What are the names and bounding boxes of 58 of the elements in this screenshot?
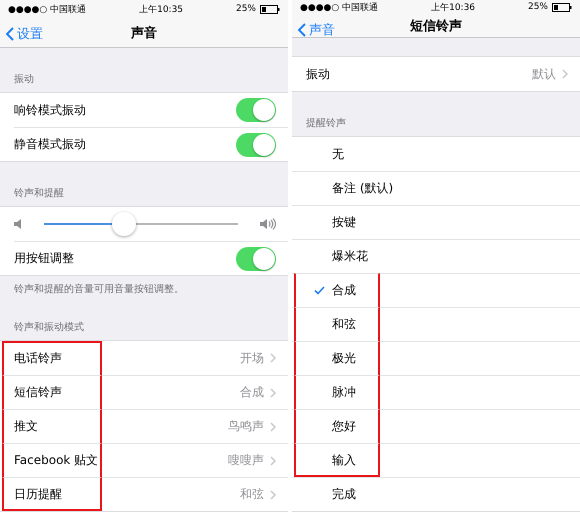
chevron-icon xyxy=(270,456,276,466)
ringtone-option[interactable]: 按键 xyxy=(332,214,568,231)
status-time: 上午10:35 xyxy=(139,4,184,16)
row-label: 电话铃声 xyxy=(14,350,63,366)
row-label: 推文 xyxy=(14,418,39,435)
row-value: 鸟鸣声 xyxy=(228,418,264,435)
ringtone-option[interactable]: 脉冲 xyxy=(332,384,568,401)
row-value: 和弦 xyxy=(240,486,264,503)
nav-title: 声音 xyxy=(131,24,157,42)
chevron-icon xyxy=(270,490,276,500)
row-label: 短信铃声 xyxy=(14,384,63,401)
back-button[interactable]: 设置 xyxy=(6,24,43,43)
section-header: 铃声和提醒 xyxy=(13,186,65,201)
section-footer: 铃声和提醒的音量可用音量按钮调整。 xyxy=(0,276,288,296)
ringtone-option[interactable]: 完成 xyxy=(332,486,568,503)
battery-percent: 25% xyxy=(236,4,256,14)
row-label: Facebook 贴文 xyxy=(14,452,100,469)
toggle-switch[interactable] xyxy=(236,132,276,156)
chevron-icon xyxy=(562,69,568,79)
ringtone-option[interactable]: 和弦 xyxy=(332,316,568,333)
chevron-icon xyxy=(270,353,276,363)
row-label: 静音模式振动 xyxy=(14,136,87,153)
back-chevron-icon xyxy=(298,22,306,37)
status-time: 上午10:36 xyxy=(431,2,476,14)
section-header: 铃声和振动模式 xyxy=(13,320,85,335)
checkmark-icon xyxy=(314,286,324,295)
row-value: 开场 xyxy=(240,350,264,366)
row-label: 振动 xyxy=(306,66,331,82)
section-header: 提醒铃声 xyxy=(305,116,347,131)
battery-icon xyxy=(260,4,280,14)
row-label: 用按钮调整 xyxy=(14,250,75,267)
carrier-label: ●●●●○ 中国联通 xyxy=(300,2,378,14)
nav-title: 短信铃声 xyxy=(410,18,462,35)
volume-low-icon xyxy=(14,219,22,229)
chevron-icon xyxy=(270,422,276,432)
carrier-label: ●●●●○ 中国联通 xyxy=(8,4,86,16)
chevron-icon xyxy=(270,388,276,398)
toggle-switch[interactable] xyxy=(236,246,276,270)
row-label: 响铃模式振动 xyxy=(14,102,87,118)
back-chevron-icon xyxy=(6,26,14,41)
battery-icon xyxy=(552,2,572,12)
section-header: 振动 xyxy=(13,73,35,87)
ringtone-option[interactable]: 无 xyxy=(332,146,568,162)
row-value: 合成 xyxy=(240,384,264,401)
toggle-switch[interactable] xyxy=(236,98,276,122)
row-label: 日历提醒 xyxy=(14,486,63,503)
ringtone-option[interactable]: 爆米花 xyxy=(332,248,568,265)
battery-percent: 25% xyxy=(528,2,548,12)
ringtone-option[interactable]: 备注 (默认) xyxy=(332,180,568,197)
ringtone-option[interactable]: 极光 xyxy=(332,350,568,367)
row-value: 默认 xyxy=(532,66,556,82)
ringtone-option[interactable]: 合成 xyxy=(332,282,568,299)
ringtone-option[interactable]: 您好 xyxy=(332,418,568,435)
ringtone-option[interactable]: 输入 xyxy=(332,452,568,469)
volume-high-icon xyxy=(260,218,276,230)
slider-thumb[interactable] xyxy=(112,212,136,236)
back-button[interactable]: 声音 xyxy=(298,20,335,39)
row-value: 嗖嗖声 xyxy=(228,452,264,469)
